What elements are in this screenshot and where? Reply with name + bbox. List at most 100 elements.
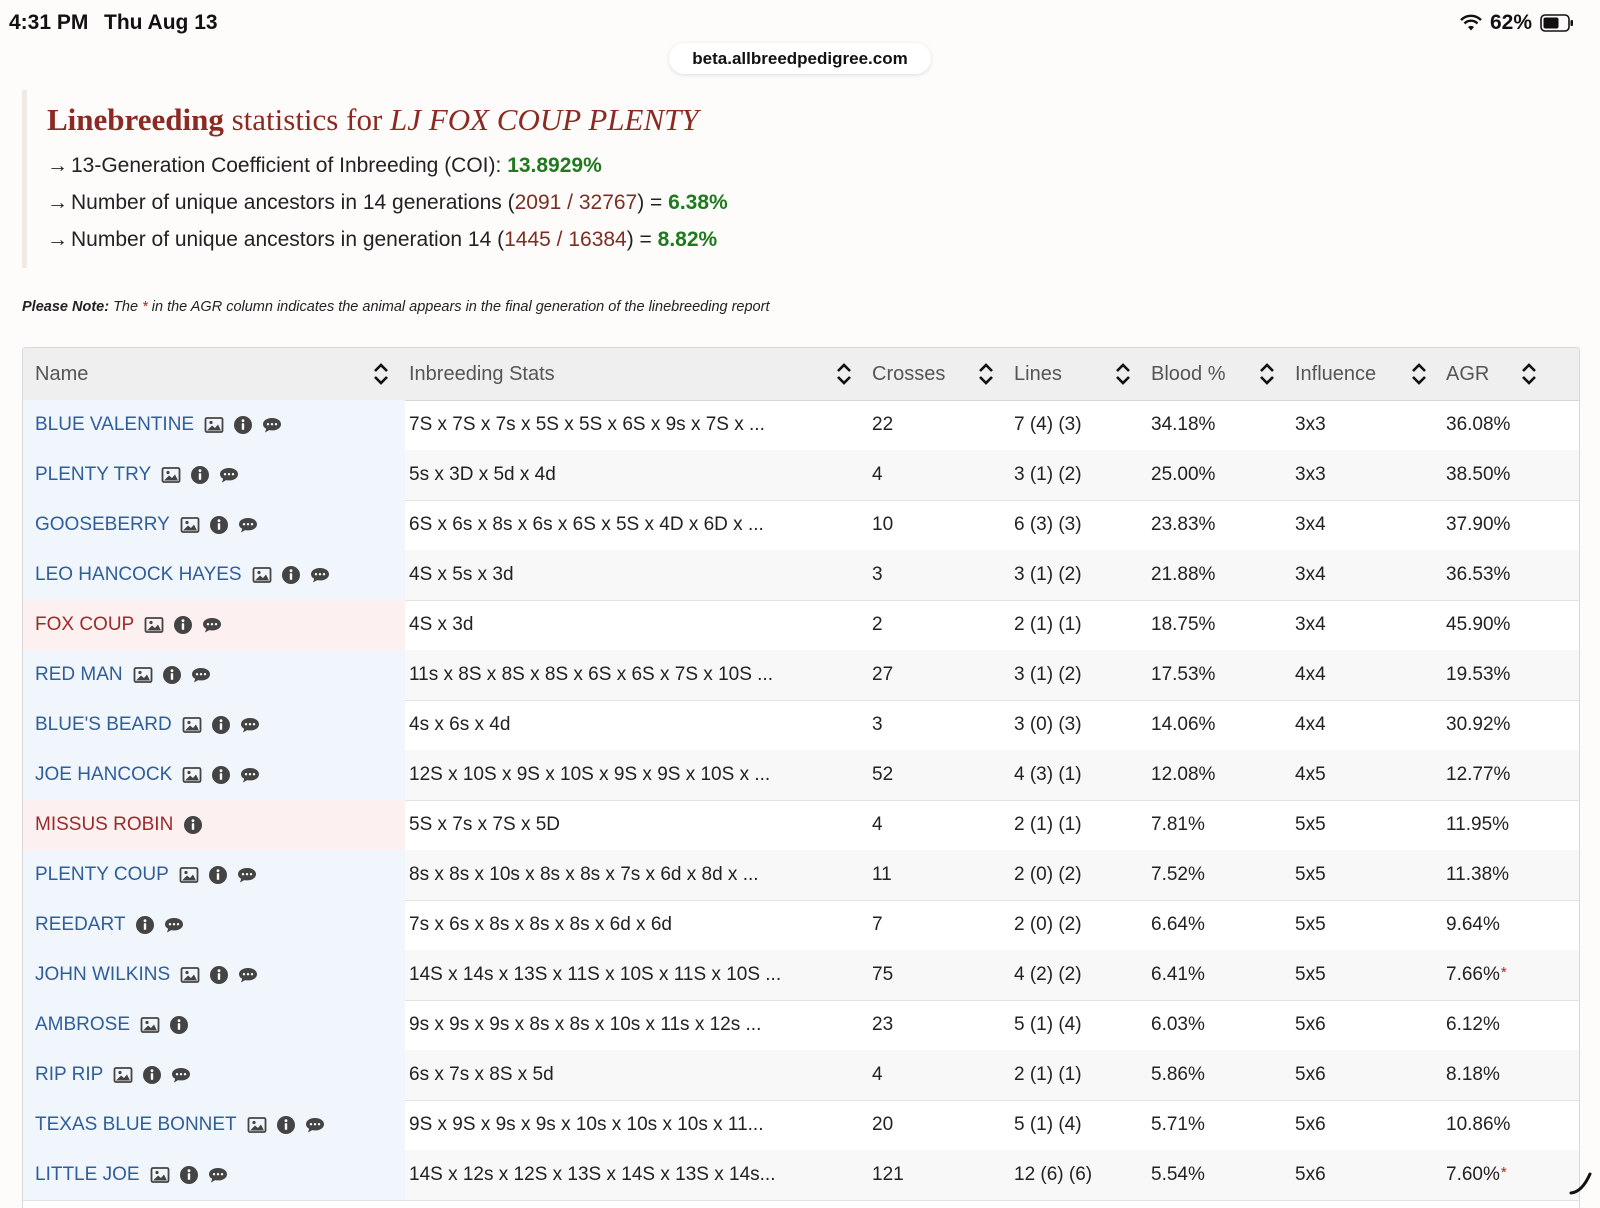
info-icon[interactable] — [211, 765, 231, 785]
comment-icon[interactable] — [238, 515, 258, 535]
influence-cell: 3x4 — [1295, 500, 1326, 550]
horse-link[interactable]: LEO HANCOCK HAYES — [35, 564, 242, 586]
sort-icon[interactable] — [1411, 361, 1427, 387]
horse-link[interactable]: JOE HANCOCK — [35, 764, 172, 786]
photo-icon[interactable] — [180, 965, 200, 985]
crosses-cell: 4 — [872, 450, 883, 500]
info-icon[interactable] — [209, 965, 229, 985]
info-icon[interactable] — [209, 515, 229, 535]
info-icon[interactable] — [276, 1115, 296, 1135]
photo-icon[interactable] — [180, 515, 200, 535]
photo-icon[interactable] — [182, 715, 202, 735]
info-icon[interactable] — [142, 1065, 162, 1085]
info-icon[interactable] — [135, 915, 155, 935]
horse-link[interactable]: LITTLE JOE — [35, 1164, 140, 1186]
inbreeding-stats-cell: 6s x 7s x 8S x 5d — [409, 1050, 554, 1100]
agr-cell: 10.86% — [1446, 1100, 1510, 1150]
header-blood[interactable]: Blood % — [1151, 348, 1226, 400]
info-icon[interactable] — [179, 1165, 199, 1185]
influence-cell: 3x4 — [1295, 550, 1326, 600]
info-icon[interactable] — [169, 1015, 189, 1035]
agr-value: 8.18% — [1446, 1064, 1500, 1086]
horse-link[interactable]: BLUE VALENTINE — [35, 414, 194, 436]
comment-icon[interactable] — [310, 565, 330, 585]
header-influence[interactable]: Influence — [1295, 348, 1376, 400]
info-icon[interactable] — [208, 865, 228, 885]
photo-icon[interactable] — [182, 765, 202, 785]
horse-link[interactable]: JOHN WILKINS — [35, 964, 170, 986]
sort-icon[interactable] — [373, 361, 389, 387]
horse-link[interactable]: RIP RIP — [35, 1064, 103, 1086]
agr-cell: 12.77% — [1446, 750, 1510, 800]
influence-cell: 5x6 — [1295, 1000, 1326, 1050]
sort-icon[interactable] — [836, 361, 852, 387]
influence-cell: 5x5 — [1295, 950, 1326, 1000]
info-icon[interactable] — [183, 815, 203, 835]
info-icon[interactable] — [233, 415, 253, 435]
sort-icon[interactable] — [1115, 361, 1131, 387]
url-bar[interactable]: beta.allbreedpedigree.com — [669, 43, 931, 74]
agr-value: 7.60% — [1446, 1164, 1500, 1186]
coi-line: →13-Generation Coefficient of Inbreeding… — [47, 154, 602, 178]
agr-cell: 37.90% — [1446, 500, 1510, 550]
blood-cell: 12.08% — [1151, 750, 1215, 800]
sort-icon[interactable] — [1521, 361, 1537, 387]
photo-icon[interactable] — [247, 1115, 267, 1135]
horse-link[interactable]: TEXAS BLUE BONNET — [35, 1114, 237, 1136]
comment-icon[interactable] — [208, 1165, 228, 1185]
horse-link[interactable]: REEDART — [35, 914, 125, 936]
name-cell: LITTLE JOE — [23, 1150, 405, 1200]
photo-icon[interactable] — [144, 615, 164, 635]
comment-icon[interactable] — [240, 715, 260, 735]
comment-icon[interactable] — [164, 915, 184, 935]
horse-link[interactable]: PLENTY COUP — [35, 864, 169, 886]
influence-cell: 5x5 — [1295, 850, 1326, 900]
info-icon[interactable] — [190, 465, 210, 485]
horse-link[interactable]: MISSUS ROBIN — [35, 814, 173, 836]
photo-icon[interactable] — [204, 415, 224, 435]
crosses-cell: 2 — [872, 600, 883, 650]
header-name[interactable]: Name — [35, 348, 88, 400]
blood-cell: 7.52% — [1151, 850, 1205, 900]
horse-link[interactable]: FOX COUP — [35, 614, 134, 636]
comment-icon[interactable] — [305, 1115, 325, 1135]
photo-icon[interactable] — [252, 565, 272, 585]
photo-icon[interactable] — [133, 665, 153, 685]
comment-icon[interactable] — [202, 615, 222, 635]
photo-icon[interactable] — [113, 1065, 133, 1085]
linebreeding-table: Name Inbreeding Stats Crosses Lines Bloo… — [22, 347, 1580, 1208]
comment-icon[interactable] — [240, 765, 260, 785]
comment-icon[interactable] — [238, 965, 258, 985]
generation-ancestors-percent: 8.82% — [658, 228, 718, 251]
info-icon[interactable] — [211, 715, 231, 735]
header-crosses[interactable]: Crosses — [872, 348, 945, 400]
horse-link[interactable]: PLENTY TRY — [35, 464, 151, 486]
sort-icon[interactable] — [1259, 361, 1275, 387]
header-inbreeding-stats[interactable]: Inbreeding Stats — [409, 348, 555, 400]
horse-link[interactable]: RED MAN — [35, 664, 123, 686]
comment-icon[interactable] — [262, 415, 282, 435]
comment-icon[interactable] — [219, 465, 239, 485]
lines-cell: 4 (2) (2) — [1014, 950, 1082, 1000]
header-lines[interactable]: Lines — [1014, 348, 1062, 400]
info-icon[interactable] — [162, 665, 182, 685]
header-agr[interactable]: AGR — [1446, 348, 1489, 400]
photo-icon[interactable] — [179, 865, 199, 885]
info-icon[interactable] — [281, 565, 301, 585]
horse-link[interactable]: AMBROSE — [35, 1014, 130, 1036]
photo-icon[interactable] — [161, 465, 181, 485]
comment-icon[interactable] — [191, 665, 211, 685]
horse-link[interactable]: GOOSEBERRY — [35, 514, 170, 536]
lines-cell: 2 (1) (1) — [1014, 600, 1082, 650]
influence-cell: 5x5 — [1295, 900, 1326, 950]
info-icon[interactable] — [173, 615, 193, 635]
crosses-cell: 22 — [872, 400, 893, 450]
photo-icon[interactable] — [140, 1015, 160, 1035]
photo-icon[interactable] — [150, 1165, 170, 1185]
comment-icon[interactable] — [171, 1065, 191, 1085]
name-cell: MISSUS ROBIN — [23, 800, 405, 850]
comment-icon[interactable] — [237, 865, 257, 885]
sort-icon[interactable] — [978, 361, 994, 387]
blood-cell: 6.03% — [1151, 1000, 1205, 1050]
horse-link[interactable]: BLUE'S BEARD — [35, 714, 172, 736]
